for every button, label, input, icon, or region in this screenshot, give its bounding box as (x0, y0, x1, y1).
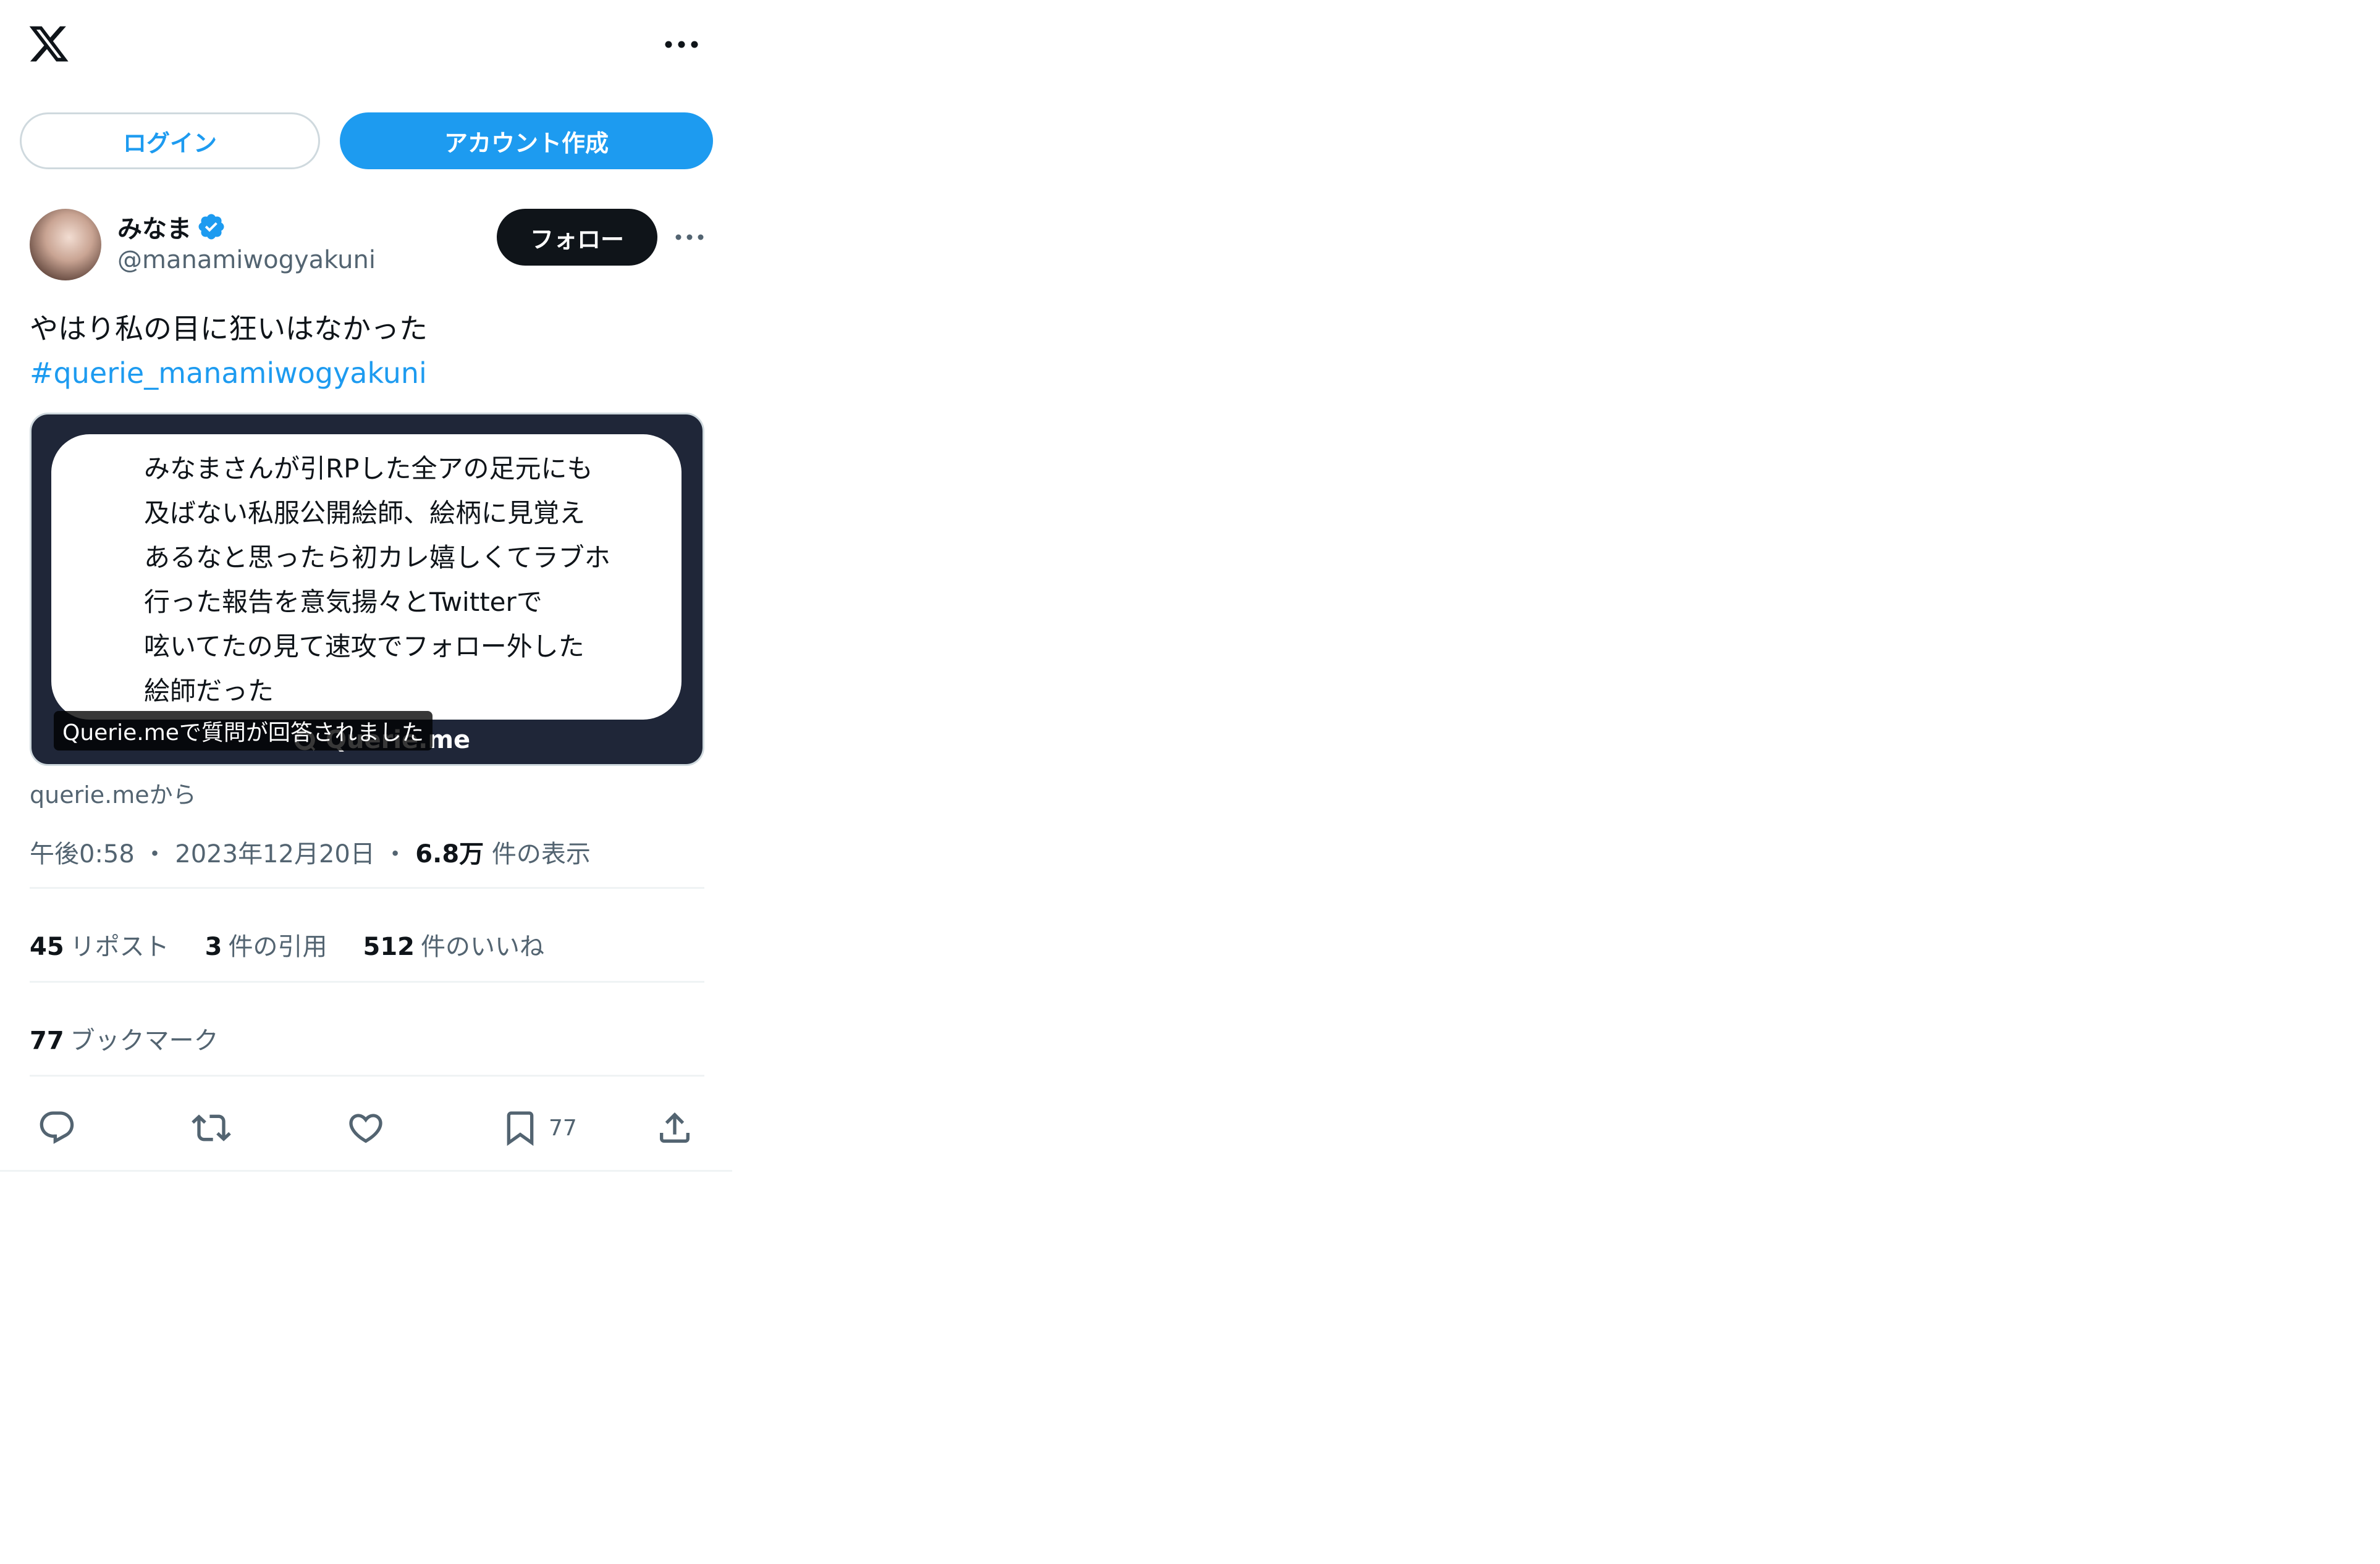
bookmark-icon[interactable] (500, 1108, 540, 1148)
action-bar: 77 (30, 1106, 704, 1155)
post-date[interactable]: 2023年12月20日 (175, 840, 375, 868)
post-meta: 午後0:58 ・ 2023年12月20日 ・ 6.8万 件の表示 (30, 840, 591, 868)
author-name[interactable]: みなま (117, 209, 226, 245)
divider (0, 1170, 732, 1172)
display-name: みなま (117, 215, 192, 243)
avatar[interactable] (30, 209, 101, 280)
post-time[interactable]: 午後0:58 (30, 840, 135, 868)
login-button[interactable]: ログイン (20, 112, 320, 169)
media-card[interactable]: みなまさんが引RPした全アの足元にも 及ばない私服公開絵師、絵柄に見覚え あるな… (30, 413, 704, 766)
reply-icon[interactable] (37, 1108, 77, 1148)
top-bar (0, 0, 732, 93)
divider (30, 887, 704, 889)
question-text: みなまさんが引RPした全アの足元にも 及ばない私服公開絵師、絵柄に見覚え あるな… (144, 453, 610, 706)
quotes-stat[interactable]: 3 件の引用 (205, 927, 327, 962)
reposts-stat[interactable]: 45 リポスト (30, 927, 169, 962)
hashtag-link[interactable]: #querie_manamiwogyakuni (30, 351, 428, 395)
divider (30, 981, 704, 983)
post-text: やはり私の目に狂いはなかった #querie_manamiwogyakuni (30, 306, 428, 395)
bookmark-count: 77 (549, 1116, 577, 1141)
share-icon[interactable] (655, 1108, 694, 1148)
card-caption: Querie.meで質問が回答されました (54, 711, 433, 750)
question-bubble: みなまさんが引RPした全アの足元にも 及ばない私服公開絵師、絵柄に見覚え あるな… (51, 434, 682, 720)
follow-button[interactable]: フォロー (497, 209, 657, 266)
like-icon[interactable] (346, 1108, 386, 1148)
create-account-button[interactable]: アカウント作成 (340, 112, 713, 169)
repost-icon[interactable] (192, 1108, 231, 1148)
divider (30, 1075, 704, 1077)
post-body: やはり私の目に狂いはなかった (30, 312, 428, 345)
more-horizontal-icon[interactable] (660, 32, 703, 57)
post-more-icon[interactable] (672, 226, 707, 248)
bookmarks-stat[interactable]: 77 ブックマーク (30, 1020, 219, 1056)
verified-badge-icon (198, 214, 224, 240)
engagement-stats: 45 リポスト 3 件の引用 512 件のいいね (30, 927, 544, 962)
views-label: 件の表示 (491, 840, 591, 868)
x-logo-icon[interactable] (27, 22, 70, 65)
author-handle[interactable]: @manamiwogyakuni (117, 246, 376, 274)
likes-stat[interactable]: 512 件のいいね (363, 927, 545, 962)
views-count: 6.8万 (415, 840, 484, 868)
post-source[interactable]: querie.meから (30, 776, 196, 810)
